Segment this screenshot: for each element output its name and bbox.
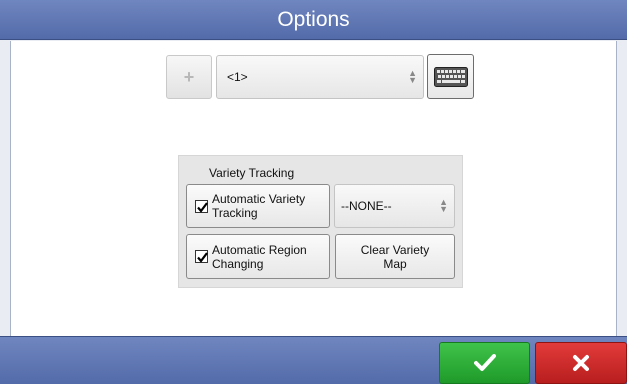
ok-button[interactable] [439, 342, 530, 384]
variety-dropdown[interactable]: --NONE-- ▲ ▼ [334, 184, 455, 228]
auto-region-changing-toggle[interactable]: Automatic Region Changing [186, 234, 330, 279]
add-button[interactable]: + [166, 55, 212, 99]
footer-bar [0, 336, 627, 384]
checkmark-icon [197, 201, 208, 213]
clear-variety-map-label: Clear Variety Map [361, 243, 429, 271]
auto-variety-checkbox[interactable] [195, 199, 208, 213]
clear-map-label-line2: Map [383, 256, 407, 271]
variety-tracking-group: Variety Tracking Automatic Variety Track… [178, 155, 463, 288]
auto-region-label-line2: Changing [212, 256, 264, 271]
checkmark-icon [473, 354, 496, 371]
variety-tracking-title: Variety Tracking [209, 166, 295, 180]
clear-map-label-line1: Clear Variety [360, 242, 430, 257]
window-title: Options [277, 7, 350, 31]
auto-region-label-line1: Automatic Region [212, 242, 307, 257]
auto-variety-label-line2: Tracking [212, 206, 258, 220]
selector-value: <1> [227, 70, 248, 84]
keyboard-button[interactable] [427, 54, 474, 99]
plus-icon: + [183, 66, 195, 87]
updown-arrows-icon: ▲ ▼ [408, 68, 417, 85]
cancel-button[interactable] [535, 342, 627, 384]
auto-region-checkbox[interactable] [195, 250, 208, 263]
selector-dropdown[interactable]: <1> ▲ ▼ [216, 55, 424, 99]
x-icon [573, 355, 589, 371]
auto-region-label: Automatic Region Changing [212, 243, 307, 271]
auto-variety-tracking-toggle[interactable]: Automatic Variety Tracking [186, 184, 330, 228]
keyboard-icon [433, 66, 468, 87]
checkmark-icon [197, 252, 208, 263]
updown-arrows-icon: ▲ ▼ [439, 197, 448, 214]
auto-variety-label-line1: Automatic Variety [212, 192, 306, 206]
clear-variety-map-button[interactable]: Clear Variety Map [335, 234, 455, 279]
title-bar: Options [0, 0, 627, 40]
variety-value: --NONE-- [341, 199, 392, 213]
auto-variety-label: Automatic Variety Tracking [212, 192, 305, 220]
